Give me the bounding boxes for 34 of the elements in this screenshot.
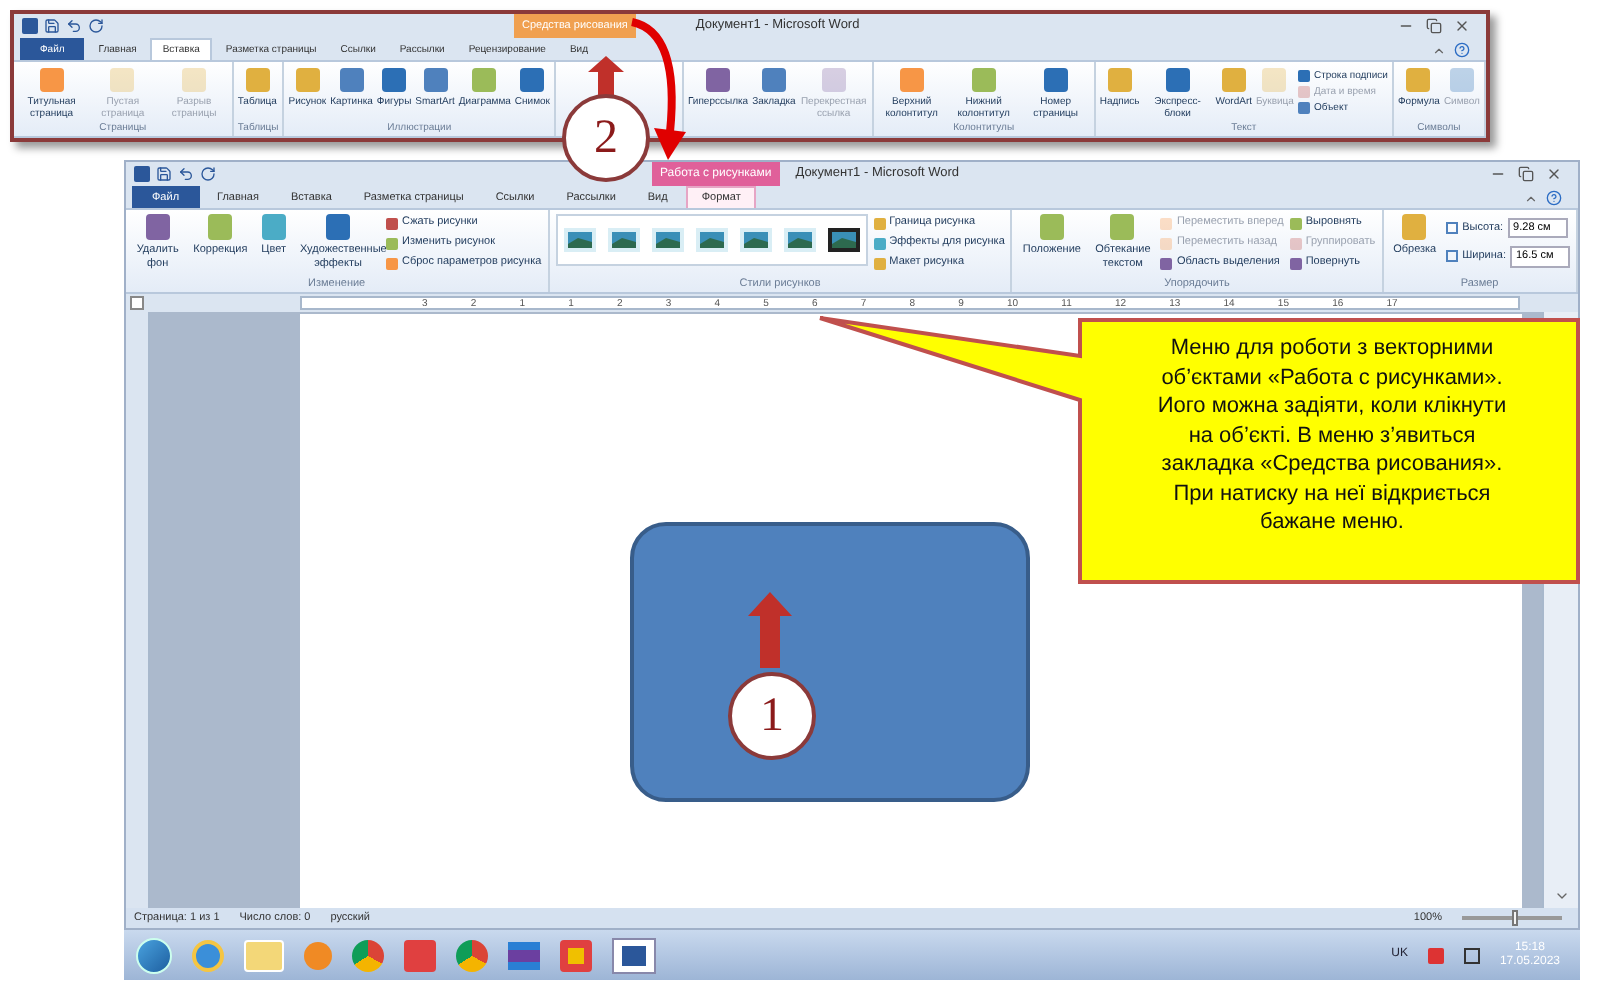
picture-style-option[interactable] — [827, 228, 860, 252]
picture-style-option[interactable] — [563, 228, 596, 252]
close-icon[interactable] — [1454, 18, 1470, 34]
undo-icon[interactable] — [178, 166, 194, 182]
size-icon — [1446, 222, 1459, 235]
undo-icon[interactable] — [66, 18, 82, 34]
close-icon[interactable] — [1546, 166, 1562, 182]
callout-text: Меню для роботи з векторними об’єктами «Работа с рисунками». Иого можна задіяти, коли клікнути на об’єкті. В меню з’явиться закладка «Средства рисования». При натиску на неї відкриється бажане меню. — [1155, 334, 1509, 537]
tray-icon — [1427, 947, 1444, 963]
collapse-ribbon-icon[interactable] — [1432, 43, 1446, 57]
scroll-down-icon[interactable] — [1553, 888, 1569, 904]
help-icon[interactable] — [1546, 190, 1562, 206]
up-arrow — [588, 56, 624, 96]
network-icon — [1463, 947, 1480, 963]
app-icon[interactable] — [404, 939, 436, 971]
redo-icon[interactable] — [88, 18, 104, 34]
help-icon[interactable] — [1454, 42, 1470, 58]
save-icon[interactable] — [44, 18, 60, 34]
save-icon[interactable] — [156, 166, 172, 182]
picture-style-option[interactable] — [607, 228, 640, 252]
start-button[interactable] — [136, 937, 172, 973]
restore-icon[interactable] — [1518, 166, 1534, 182]
picture-style-option[interactable] — [695, 228, 728, 252]
picture-style-option[interactable] — [651, 228, 684, 252]
picture-style-option[interactable] — [739, 228, 772, 252]
redo-icon[interactable] — [200, 166, 216, 182]
restore-icon[interactable] — [1426, 18, 1442, 34]
zoom-thumb[interactable] — [1512, 910, 1518, 926]
collapse-ribbon-icon[interactable] — [1524, 191, 1538, 205]
up-arrow — [748, 592, 792, 668]
app-icon[interactable] — [560, 939, 592, 971]
tab-stop-icon[interactable] — [130, 296, 144, 310]
size-icon — [1446, 250, 1459, 263]
picture-style-option[interactable] — [783, 228, 816, 252]
